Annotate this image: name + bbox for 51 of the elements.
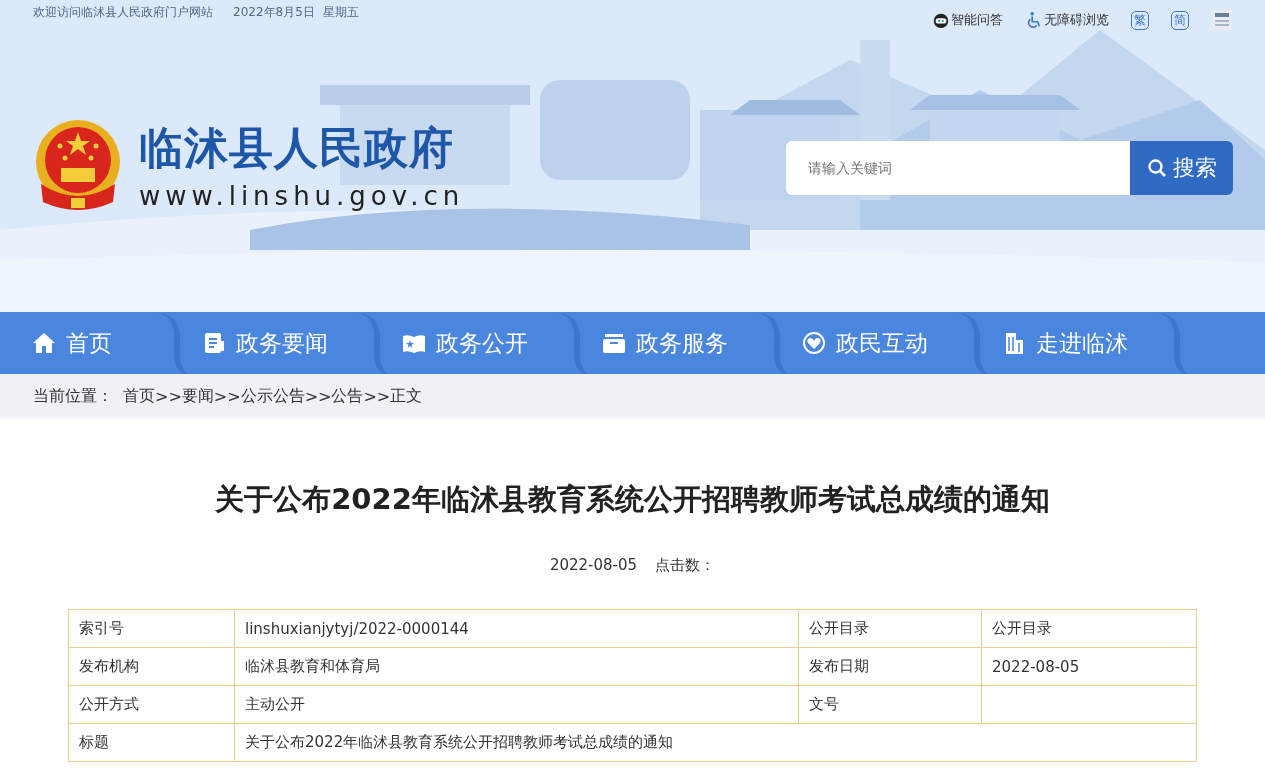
table-cell: 公开目录 [798, 609, 982, 648]
table-cell: 公开方式 [68, 685, 235, 724]
nav-item[interactable]: 政民互动 [802, 327, 952, 359]
nav-item[interactable]: 政务公开 [402, 327, 552, 359]
nav-item[interactable]: 政务服务 [602, 327, 752, 359]
breadcrumb-separator: >> [304, 386, 332, 406]
breadcrumb-separator: >> [363, 386, 391, 406]
breadcrumb-separator: >> [213, 386, 241, 406]
language-button[interactable]: 简 [1171, 10, 1189, 30]
weekday-text: 星期五 [322, 3, 359, 21]
breadcrumb-link[interactable]: 公告 [331, 385, 364, 407]
search-button[interactable]: 搜索 [1130, 141, 1233, 195]
table-cell: 发布日期 [798, 647, 982, 686]
nav-item[interactable]: 走进临沭 [1002, 327, 1152, 359]
site-name: 临沭县人民政府 [139, 121, 455, 175]
publish-date: 2022-08-05 [549, 556, 638, 575]
search-icon [1146, 158, 1167, 178]
service-icon[interactable] [1211, 9, 1233, 31]
smart-qa-link[interactable]: 智能问答 [932, 11, 1003, 29]
nav-item[interactable]: 首页 [32, 327, 152, 359]
welcome-text: 欢迎访问临沭县人民政府门户网站 [33, 3, 213, 21]
home-icon [32, 331, 56, 355]
article-title: 关于公布2022年临沭县教育系统公开招聘教师考试总成绩的通知 [214, 481, 1051, 518]
table-cell: linshuxianjytyj/2022-0000144 [234, 609, 799, 648]
language-button[interactable]: 繁 [1131, 10, 1149, 30]
breadcrumb-separator: >> [155, 386, 182, 406]
table-cell: 公开目录 [981, 609, 1197, 648]
table-cell: 临沭县教育和体育局 [234, 647, 799, 686]
breadcrumb-link[interactable]: 公示公告 [240, 385, 305, 407]
table-cell: 2022-08-05 [981, 647, 1197, 686]
site-domain: www.linshu.gov.cn [139, 181, 465, 211]
breadcrumb-link[interactable]: 正文 [390, 385, 423, 407]
table-cell: 关于公布2022年临沭县教育系统公开招聘教师考试总成绩的通知 [234, 723, 1197, 762]
breadcrumb-label: 当前位置： [33, 385, 113, 407]
breadcrumb-link[interactable]: 首页 [123, 385, 155, 407]
table-cell: 标题 [68, 723, 235, 762]
breadcrumb-link[interactable]: 要闻 [181, 385, 214, 407]
nav-item[interactable]: 政务要闻 [202, 327, 352, 359]
robot-icon [932, 11, 950, 29]
hits-label: 点击数： [655, 556, 716, 575]
wheelchair-icon [1025, 11, 1043, 29]
date-text: 2022年8月5日 [233, 3, 315, 21]
heart-hands-icon [802, 331, 826, 355]
table-cell: 索引号 [68, 609, 235, 648]
box-icon [602, 331, 626, 355]
table-cell: 主动公开 [234, 685, 799, 724]
search-field[interactable]: 请输入关键词 [786, 141, 1130, 195]
document-icon [202, 331, 226, 355]
table-cell: 发布机构 [68, 647, 235, 686]
accessibility-link[interactable]: 无障碍浏览 [1025, 11, 1109, 29]
table-cell: 文号 [798, 685, 982, 724]
